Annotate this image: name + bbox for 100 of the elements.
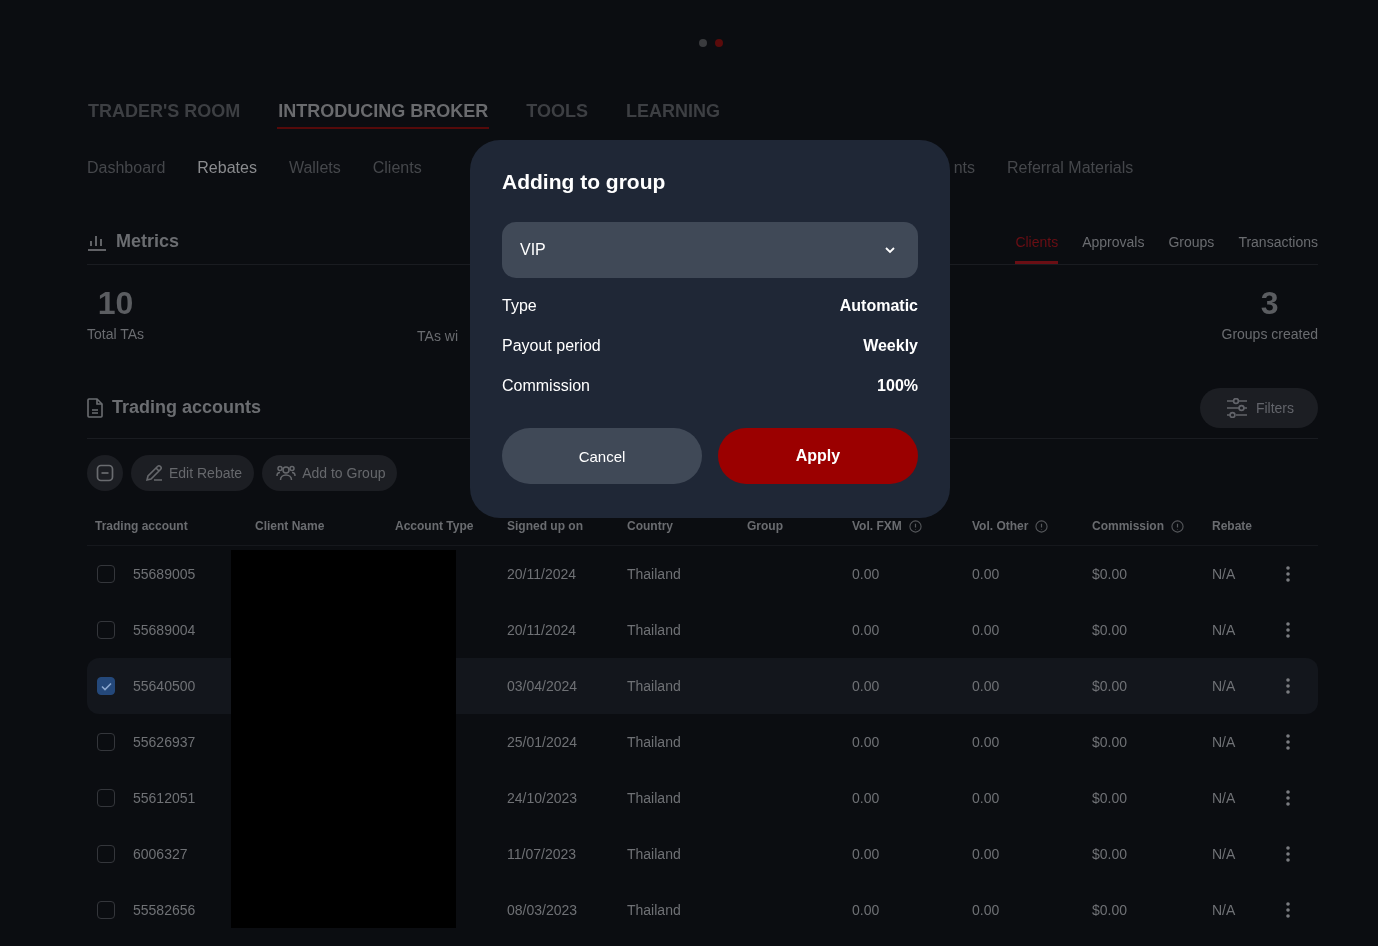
table-row[interactable]: 55640500 03/04/2024 Thailand 0.00 0.00 $0.00 N/A — [87, 658, 1318, 714]
table-cell: $0.00 — [1092, 734, 1128, 750]
more-icon[interactable] — [1286, 790, 1290, 806]
table-cell: $0.00 — [1092, 566, 1128, 582]
users-icon — [276, 464, 297, 482]
table-cell: 11/07/2023 — [507, 846, 577, 862]
filters-button[interactable]: Filters — [1199, 387, 1318, 428]
table-cell: $0.00 — [1092, 622, 1128, 638]
table-cell: $0.00 — [1092, 790, 1128, 806]
metric-label: TAs wi — [417, 328, 459, 344]
apply-button[interactable]: Apply — [718, 428, 918, 484]
table-cell: 0.00 — [972, 622, 1000, 638]
table-cell: 0.00 — [972, 734, 1000, 750]
table-row[interactable]: 55689005 20/11/2024 Thailand 0.00 0.00 $0.00 N/A — [87, 546, 1318, 602]
metric-label: Groups created — [1221, 326, 1318, 342]
table-cell: 0.00 — [852, 790, 880, 806]
table-cell: 03/04/2024 — [507, 678, 578, 694]
table-cell: 25/01/2024 — [507, 734, 578, 750]
table-cell: Thailand — [627, 622, 681, 638]
document-icon — [87, 397, 103, 418]
table-row[interactable]: 55612051 24/10/2023 Thailand 0.00 0.00 $0.00 N/A — [87, 770, 1318, 826]
table-cell: 55626937 — [133, 734, 196, 750]
table-row[interactable]: 55582656 08/03/2023 Thailand 0.00 0.00 $0.00 N/A — [87, 882, 1318, 938]
edit-rebate-button[interactable]: Edit Rebate — [131, 455, 255, 491]
subnav-tab[interactable]: Rebates — [197, 159, 257, 177]
row-checkbox[interactable] — [97, 621, 115, 639]
table-cell: 55640500 — [133, 678, 196, 694]
column-header: Commission — [1084, 519, 1204, 533]
row-checkbox[interactable] — [97, 845, 115, 863]
section-tab[interactable]: Groups — [1168, 219, 1215, 264]
section-tab[interactable]: Transactions — [1238, 219, 1318, 264]
detail-value: Automatic — [839, 297, 918, 315]
table-cell: 0.00 — [972, 566, 1000, 582]
column-header: Rebate — [1211, 519, 1253, 533]
row-checkbox[interactable] — [97, 733, 115, 751]
column-header: Trading account — [94, 519, 189, 533]
table-cell: 20/11/2024 — [507, 566, 577, 582]
table-cell: 55612051 — [133, 790, 196, 806]
table-cell: 0.00 — [972, 678, 1000, 694]
more-icon[interactable] — [1286, 678, 1290, 694]
table-row[interactable]: 6006327 11/07/2023 Thailand 0.00 0.00 $0.00 N/A — [87, 826, 1318, 882]
row-checkbox[interactable] — [97, 789, 115, 807]
subnav-tab[interactable]: Dashboard — [87, 159, 166, 177]
column-header: Country — [626, 519, 674, 533]
add-to-group-button[interactable]: Add to Group — [262, 455, 398, 491]
table-row[interactable]: 55689004 20/11/2024 Thailand 0.00 0.00 $0.00 N/A — [87, 602, 1318, 658]
table-cell: 0.00 — [852, 846, 880, 862]
table-cell: N/A — [1212, 790, 1236, 806]
row-checkbox[interactable] — [97, 677, 115, 695]
row-checkbox[interactable] — [97, 901, 115, 919]
column-header: Group — [746, 519, 784, 533]
group-select[interactable]: VIP — [502, 222, 918, 278]
table-cell: Thailand — [627, 846, 681, 862]
table-cell: N/A — [1212, 622, 1236, 638]
cancel-button[interactable]: Cancel — [502, 428, 702, 484]
table-cell: N/A — [1212, 734, 1236, 750]
info-icon — [1171, 519, 1184, 533]
metric-value: 10 — [97, 284, 134, 322]
table-cell: Thailand — [627, 902, 681, 918]
deselect-button[interactable] — [87, 455, 123, 491]
table-cell: N/A — [1212, 902, 1236, 918]
pencil-icon — [145, 464, 163, 482]
more-icon[interactable] — [1286, 622, 1290, 638]
table-cell: 08/03/2023 — [507, 902, 578, 918]
detail-label: Type — [502, 297, 537, 315]
table-row[interactable]: 55626937 25/01/2024 Thailand 0.00 0.00 $0.00 N/A — [87, 714, 1318, 770]
dialog-title: Adding to group — [502, 170, 667, 194]
more-icon[interactable] — [1286, 902, 1290, 918]
detail-value: 100% — [877, 377, 918, 395]
table-cell: 0.00 — [852, 566, 880, 582]
minus-square-icon — [96, 464, 114, 482]
sliders-icon — [1225, 397, 1248, 418]
subnav-tab[interactable]: Wallets — [288, 159, 341, 177]
more-icon[interactable] — [1286, 566, 1290, 582]
nav-tab[interactable]: INTRODUCING BROKER — [277, 101, 490, 129]
chevron-down-icon — [884, 246, 896, 254]
page-dot[interactable] — [699, 39, 707, 47]
table-cell: 0.00 — [852, 902, 880, 918]
table-cell: 0.00 — [852, 622, 880, 638]
more-icon[interactable] — [1286, 846, 1290, 862]
table-cell: 0.00 — [972, 846, 1000, 862]
table-cell: 55582656 — [133, 902, 196, 918]
table-cell: 0.00 — [852, 678, 880, 694]
table-cell: $0.00 — [1092, 678, 1128, 694]
section-title: Trading accounts — [112, 397, 262, 418]
table-cell: $0.00 — [1092, 846, 1128, 862]
table-cell: 0.00 — [972, 790, 1000, 806]
table-cell: 0.00 — [852, 734, 880, 750]
detail-value: Weekly — [863, 337, 918, 355]
table-cell: N/A — [1212, 846, 1236, 862]
table-cell: Thailand — [627, 790, 681, 806]
section-tab[interactable]: Approvals — [1082, 219, 1145, 264]
row-checkbox[interactable] — [97, 565, 115, 583]
table-cell: 55689004 — [133, 622, 196, 638]
subnav-tab[interactable]: Clients — [372, 159, 422, 177]
more-icon[interactable] — [1286, 734, 1290, 750]
subnav-tab[interactable]: nts — [953, 159, 975, 177]
page-dot[interactable] — [715, 39, 723, 47]
subnav-tab[interactable]: Referral Materials — [1007, 159, 1134, 177]
column-header: Account Type — [394, 519, 475, 533]
